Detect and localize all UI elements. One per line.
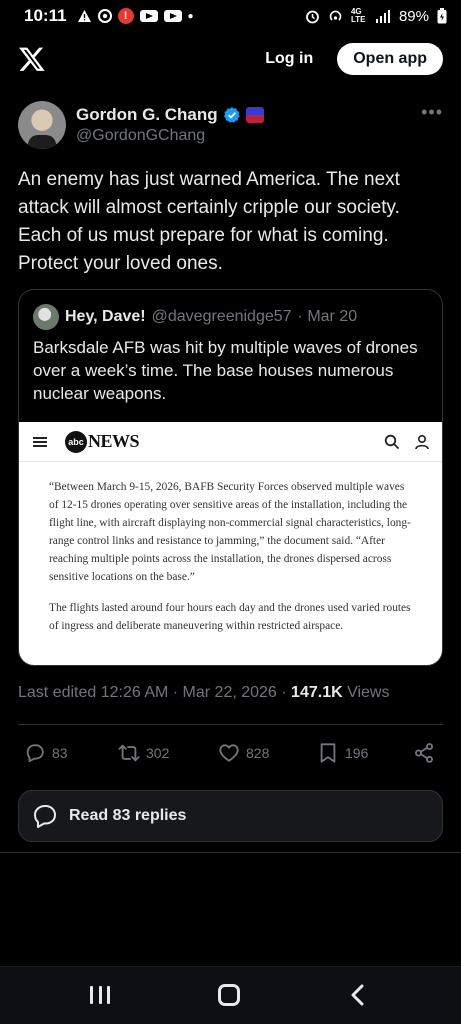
reply-icon	[26, 744, 44, 763]
divider-top	[18, 724, 443, 725]
status-time: 10:11	[24, 6, 67, 25]
tweet-actions: 83 302 828 196	[18, 736, 443, 770]
network-type: 4G LTE	[350, 7, 366, 24]
login-button[interactable]: Log in	[265, 50, 313, 68]
like-count: 828	[246, 745, 270, 761]
chrome-icon	[97, 9, 112, 23]
views-count: 147.1K	[291, 684, 343, 701]
open-app-button[interactable]: Open app	[337, 43, 443, 75]
home-button[interactable]	[218, 984, 240, 1006]
read-replies-button[interactable]: Read 83 replies	[18, 790, 443, 842]
status-right: 4G LTE 89%	[305, 8, 447, 25]
tweet-meta: Last edited 12:26 AM · Mar 22, 2026 · 14…	[18, 684, 389, 702]
quoted-author-name: Hey, Dave!	[65, 308, 146, 325]
repost-count: 302	[146, 745, 170, 761]
affiliate-badge-icon	[245, 107, 264, 123]
news-brand: NEWS	[88, 431, 140, 451]
more-options-icon[interactable]: •••	[421, 102, 443, 123]
battery-icon	[437, 8, 447, 24]
warning-icon	[77, 10, 91, 22]
system-nav-bar	[0, 966, 461, 1024]
read-replies-label: Read 83 replies	[69, 807, 187, 824]
tweet-text: An enemy has just warned America. The ne…	[18, 169, 400, 274]
status-bar: 10:11 ! ● 4G LTE 89%	[0, 0, 461, 32]
back-button[interactable]	[348, 984, 368, 1006]
bookmark-button[interactable]: 196	[317, 742, 368, 764]
reply-button[interactable]: 83	[24, 742, 68, 764]
signal-icon	[375, 10, 390, 23]
search-icon	[384, 434, 400, 449]
like-button[interactable]: 828	[218, 742, 269, 764]
quoted-author-handle: @davegreenidge57	[151, 308, 292, 325]
tweet-author: Gordon G. Chang @GordonGChang •••	[18, 100, 443, 150]
author-avatar[interactable]	[18, 101, 66, 149]
quoted-tweet-image[interactable]: abc NEWS “Between March 9-15, 2026, BAFB…	[19, 422, 442, 665]
abc-logo: abc	[65, 430, 87, 453]
battery-percent: 89%	[398, 7, 429, 25]
youtube-icon	[139, 10, 158, 22]
replies-bubble-icon	[34, 805, 56, 828]
user-icon	[415, 434, 429, 449]
top-nav: Log in Open app	[0, 38, 461, 80]
recent-apps-button[interactable]	[90, 986, 110, 1004]
repost-icon	[118, 744, 140, 762]
divider-bottom	[0, 852, 461, 853]
more-notifications-icon: ●	[187, 10, 194, 22]
author-handle[interactable]: @GordonGChang	[76, 127, 264, 145]
bookmark-icon	[320, 743, 336, 763]
news-paragraph-1: “Between March 9-15, 2026, BAFB Security…	[49, 481, 411, 583]
reply-count: 83	[52, 745, 68, 761]
news-article-body: “Between March 9-15, 2026, BAFB Security…	[19, 462, 442, 635]
notification-icons: ! ●	[77, 8, 194, 24]
quoted-tweet[interactable]: Hey, Dave! @davegreenidge57 · Mar 20 Bar…	[18, 289, 443, 666]
alarm-icon	[306, 10, 319, 23]
share-button[interactable]	[413, 742, 435, 764]
hotspot-icon	[329, 10, 342, 21]
author-name[interactable]: Gordon G. Chang	[76, 105, 218, 125]
quoted-tweet-text: Barksdale AFB was hit by multiple waves …	[33, 338, 418, 403]
views-label: Views	[342, 684, 390, 701]
news-paragraph-2: The flights lasted around four hours eac…	[49, 602, 411, 632]
author-name-row: Gordon G. Chang	[76, 105, 264, 125]
news-header: abc NEWS	[19, 422, 442, 462]
edited-timestamp[interactable]: Last edited 12:26 AM · Mar 22, 2026 ·	[18, 684, 291, 701]
heart-icon	[219, 744, 239, 762]
quoted-tweet-header: Hey, Dave! @davegreenidge57 · Mar 20	[33, 304, 357, 330]
author-text: Gordon G. Chang @GordonGChang	[76, 105, 264, 145]
share-icon	[415, 743, 433, 763]
menu-icon	[33, 436, 47, 447]
alert-icon: !	[117, 8, 134, 24]
quoted-author-avatar	[33, 304, 59, 330]
verified-badge-icon	[223, 107, 240, 123]
bookmark-count: 196	[345, 745, 369, 761]
x-logo-icon[interactable]	[18, 45, 46, 73]
repost-button[interactable]: 302	[118, 742, 169, 764]
quoted-tweet-date: · Mar 20	[297, 308, 358, 325]
youtube-icon-2	[163, 10, 182, 22]
